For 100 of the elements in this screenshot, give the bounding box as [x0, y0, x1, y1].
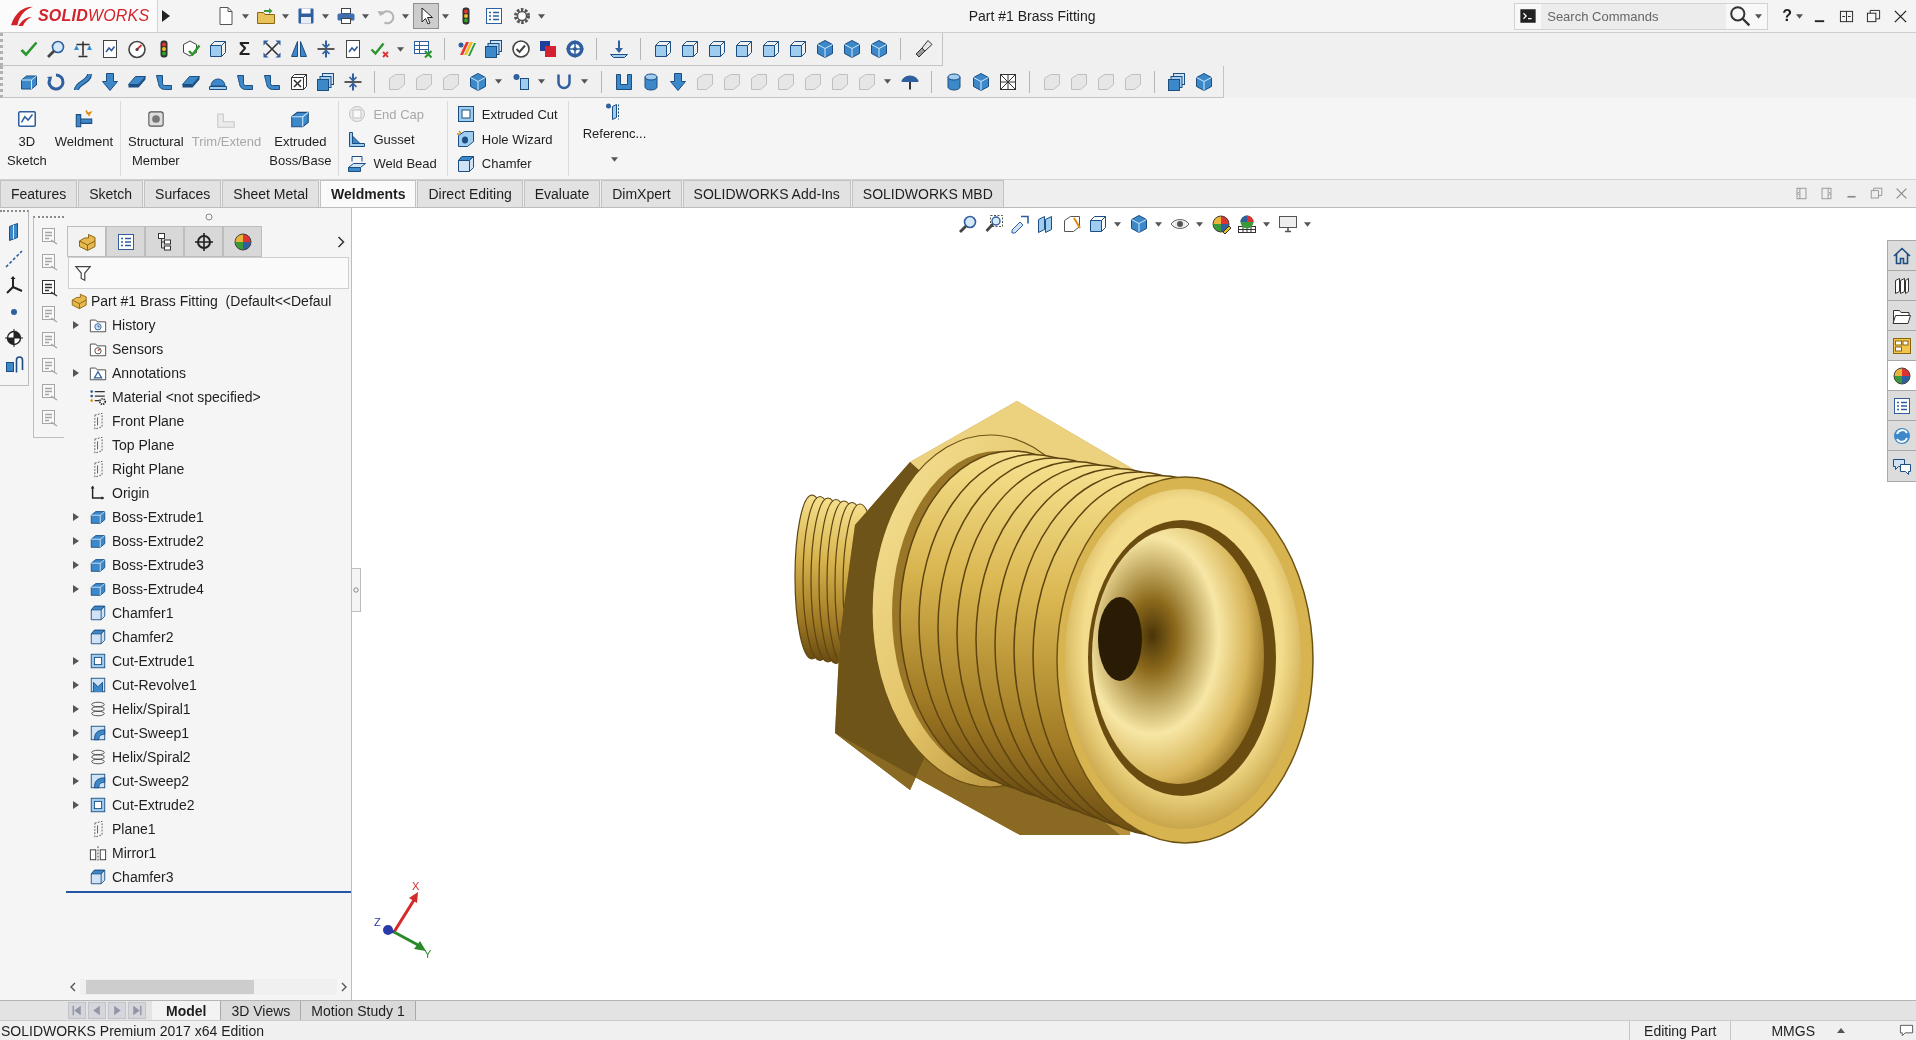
expand-arrow-icon[interactable] — [73, 657, 79, 665]
caret-icon[interactable] — [1114, 221, 1121, 227]
tree-item[interactable]: Material <not specified> — [66, 385, 351, 409]
hexagon-tick-icon[interactable] — [180, 39, 201, 59]
caret-icon[interactable] — [538, 79, 545, 84]
panel-tab[interactable] — [223, 226, 262, 257]
tree-item[interactable]: Top Plane — [66, 433, 351, 457]
tree-item[interactable]: Sensors — [66, 337, 351, 361]
tree-item[interactable]: Chamfer1 — [66, 601, 351, 625]
command-button[interactable]: Referenc... — [568, 98, 655, 179]
mirror-icon[interactable] — [288, 39, 309, 59]
tree-item[interactable]: Cut-Sweep1 — [66, 721, 351, 745]
tree-item[interactable]: Boss-Extrude1 — [66, 505, 351, 529]
cube-icon[interactable] — [970, 71, 991, 92]
cube-icon[interactable] — [1129, 214, 1149, 234]
command-button[interactable]: Extruded Boss/Base — [265, 101, 336, 176]
caret-icon[interactable] — [538, 13, 545, 19]
tree-item[interactable]: Part #1 Brass Fitting (Default<<Defaul — [66, 289, 351, 313]
panel-tab[interactable] — [145, 226, 184, 257]
expand-arrow-icon[interactable] — [73, 513, 79, 521]
curved-bar-icon[interactable] — [72, 71, 93, 92]
tree-item[interactable]: Annotations — [66, 361, 351, 385]
model-tab[interactable]: 3D Views — [221, 1001, 302, 1020]
stacked-squares-icon[interactable] — [483, 39, 504, 59]
command-tab[interactable]: SOLIDWORKS Add-Ins — [682, 180, 851, 207]
compress-arrows-icon[interactable] — [342, 71, 363, 92]
symbol-button[interactable]: Σ — [234, 39, 255, 59]
expand-arrow-icon[interactable] — [73, 369, 79, 377]
magnifier-icon[interactable] — [45, 39, 66, 59]
command-button[interactable]: Weldment — [50, 101, 118, 176]
task-pane-tab[interactable] — [1888, 271, 1916, 301]
scroll-left-icon[interactable] — [70, 982, 76, 992]
command-tab[interactable]: Sketch — [78, 180, 144, 207]
color-ball-pencil-icon[interactable] — [1211, 214, 1231, 234]
center-mark-icon[interactable] — [4, 328, 24, 348]
filter-field[interactable] — [68, 257, 349, 289]
cube-icon[interactable] — [868, 39, 889, 59]
caret-icon[interactable] — [610, 157, 618, 162]
tree-item[interactable]: Cut-Sweep2 — [66, 769, 351, 793]
model-tab[interactable]: Motion Study 1 — [301, 1001, 416, 1020]
panel-tab[interactable] — [106, 226, 145, 257]
help-button[interactable]: ? — [1782, 7, 1792, 25]
splitter-handle[interactable] — [352, 568, 361, 612]
circular-arrow-icon[interactable] — [45, 71, 66, 92]
expand-arrow-icon[interactable] — [162, 10, 170, 22]
dashed-line-icon[interactable] — [4, 248, 24, 269]
scroll-right-icon[interactable] — [341, 982, 347, 992]
caret-icon[interactable] — [1304, 221, 1311, 227]
wireframe-cube-icon[interactable] — [760, 39, 781, 59]
caret-icon[interactable] — [1263, 221, 1270, 227]
grip-icon[interactable] — [204, 213, 213, 221]
magnifier-icon[interactable] — [958, 214, 978, 234]
task-pane-tab[interactable] — [1888, 451, 1916, 481]
caret-icon[interactable] — [495, 79, 502, 84]
cube-icon[interactable] — [467, 71, 488, 92]
coordinate-axes-icon[interactable] — [4, 275, 24, 295]
restore-icon[interactable] — [1866, 8, 1881, 24]
tick-icon[interactable] — [18, 39, 39, 59]
ball-on-grid-icon[interactable] — [1237, 214, 1257, 234]
caret-icon[interactable] — [1796, 13, 1803, 19]
tree-item[interactable]: Boss-Extrude2 — [66, 529, 351, 553]
command-button[interactable]: 3D Sketch — [3, 101, 51, 176]
grip-icon[interactable] — [353, 587, 359, 593]
tree-item[interactable]: Cut-Extrude1 — [66, 649, 351, 673]
caret-up-icon[interactable] — [1837, 1028, 1845, 1033]
command-tab[interactable]: Weldments — [320, 180, 417, 207]
command-tab[interactable]: Features — [0, 180, 78, 207]
wheel-icon[interactable] — [564, 39, 585, 59]
caret-icon[interactable] — [397, 46, 404, 52]
down-arrow-icon[interactable] — [667, 71, 688, 92]
caret-icon[interactable] — [282, 13, 289, 19]
note-icon[interactable] — [39, 278, 59, 298]
command-tab[interactable]: DimXpert — [601, 180, 682, 207]
outline-block-line-icon[interactable] — [1062, 214, 1082, 234]
command-tab[interactable]: Direct Editing — [417, 180, 523, 207]
command-tab[interactable]: Evaluate — [523, 180, 601, 207]
wireframe-cube-icon[interactable] — [679, 39, 700, 59]
monitor-icon[interactable] — [1278, 214, 1298, 234]
panel-tab[interactable] — [184, 226, 223, 257]
tile-windows-icon[interactable] — [1839, 8, 1854, 24]
stacked-squares-icon[interactable] — [315, 71, 336, 92]
compress-arrows-icon[interactable] — [315, 39, 336, 59]
cube-icon[interactable] — [841, 39, 862, 59]
tree-item[interactable]: Cut-Extrude2 — [66, 793, 351, 817]
chevron-right-icon[interactable] — [337, 235, 345, 248]
tree-item[interactable]: Cut-Revolve1 — [66, 673, 351, 697]
units-selector[interactable]: MMGS — [1771, 1022, 1815, 1039]
stacked-squares-icon[interactable] — [1166, 71, 1187, 92]
overlapping-squares-icon[interactable] — [537, 39, 558, 59]
wireframe-cube-icon[interactable] — [652, 39, 673, 59]
command-tab[interactable]: SOLIDWORKS MBD — [851, 180, 1004, 207]
close-icon[interactable] — [1893, 8, 1908, 24]
command-button[interactable]: Chamfer — [453, 151, 560, 176]
model-tab[interactable]: Model — [152, 1001, 222, 1020]
wireframe-cube-icon[interactable] — [787, 39, 808, 59]
grid-icon[interactable] — [997, 71, 1018, 92]
task-pane-tab[interactable] — [1888, 391, 1916, 421]
expand-arrow-icon[interactable] — [73, 561, 79, 569]
tree-item[interactable]: Front Plane — [66, 409, 351, 433]
caret-icon[interactable] — [322, 13, 329, 19]
